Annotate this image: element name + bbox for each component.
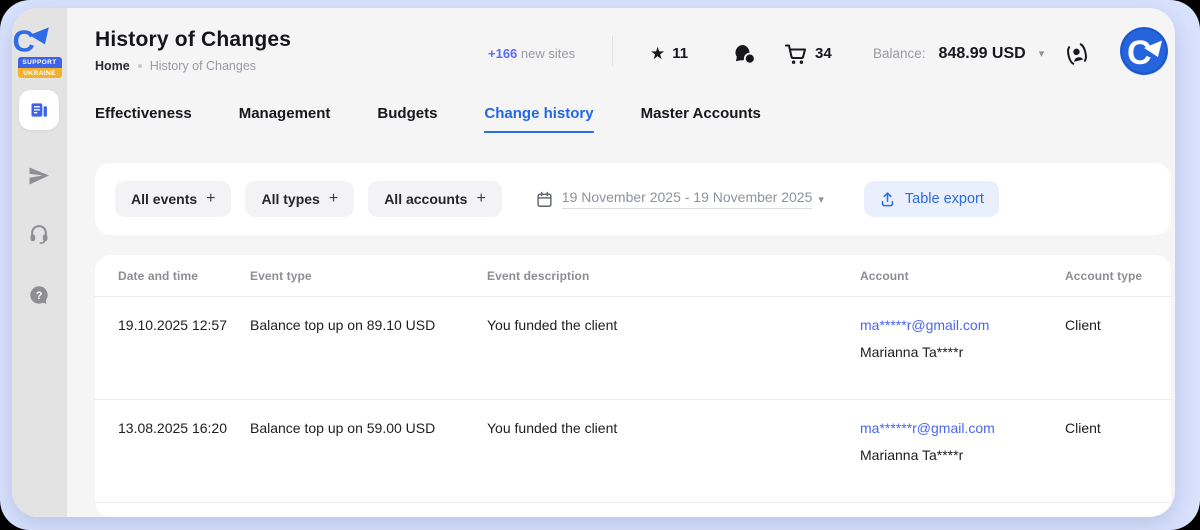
badge-ukraine-label: UKRAINE <box>18 68 62 79</box>
filter-all-accounts[interactable]: All accounts + <box>368 181 502 217</box>
new-sites-counter[interactable]: +166 new sites <box>488 14 575 93</box>
row-description: You funded the client <box>487 315 860 363</box>
account-email-link[interactable]: ma*****r@gmail.com <box>860 317 989 333</box>
column-header-account-type: Account type <box>1065 269 1151 283</box>
filter-bar: All events + All types + All accounts + <box>95 163 1171 235</box>
table-export-label: Table export <box>905 191 984 207</box>
app-window: C SUPPORT UKRAINE <box>12 8 1175 517</box>
row-date: 19.10.2025 12:57 <box>118 315 250 363</box>
sidebar-item-support[interactable] <box>19 213 59 253</box>
notifications-button[interactable] <box>1064 14 1090 93</box>
question-icon: ? <box>28 284 50 306</box>
favorites-count: 11 <box>672 45 688 62</box>
news-icon <box>29 100 49 120</box>
badge-support-label: SUPPORT <box>18 57 62 68</box>
comments-icon <box>733 42 757 66</box>
tab-change-history[interactable]: Change history <box>484 105 593 133</box>
paper-plane-icon <box>27 164 51 188</box>
chevron-down-icon: ▾ <box>818 193 824 206</box>
svg-text:?: ? <box>36 290 43 302</box>
main-content: History of Changes Home History of Chang… <box>67 8 1175 517</box>
filter-types-label: All types <box>261 191 319 207</box>
top-bar: History of Changes Home History of Chang… <box>67 8 1175 93</box>
messages-button[interactable] <box>733 14 757 93</box>
balance-dropdown[interactable]: Balance: 848.99 USD ▾ <box>873 14 1044 93</box>
table-row: 13.08.2025 16:20 Balance top up on 59.00… <box>95 399 1171 502</box>
filter-all-events[interactable]: All events + <box>115 181 231 217</box>
user-avatar[interactable]: C <box>1120 27 1168 75</box>
collaborator-logo-icon: C <box>12 22 50 56</box>
table-export-button[interactable]: Table export <box>864 181 999 217</box>
date-range-value: 19 November 2025 - 19 November 2025 <box>562 189 813 209</box>
avatar-logo-icon: C <box>1120 27 1168 75</box>
column-header-account: Account <box>860 269 1065 283</box>
plus-icon: + <box>206 190 215 208</box>
row-account: ma******r@gmail.com Marianna Ta****r <box>860 418 1065 466</box>
row-account: ma*****r@gmail.com Marianna Ta****r <box>860 315 1065 363</box>
row-account-type: Client <box>1065 418 1151 466</box>
export-icon <box>879 191 896 208</box>
page-title: History of Changes <box>95 28 291 52</box>
tab-management[interactable]: Management <box>239 105 331 133</box>
column-header-description: Event description <box>487 269 860 283</box>
headphones-icon <box>28 222 50 244</box>
balance-label: Balance: <box>873 46 926 61</box>
row-event-type: Balance top up on 59.00 USD <box>250 418 487 466</box>
table-header-row: Date and time Event type Event descripti… <box>95 255 1171 296</box>
row-description: You funded the client <box>487 418 860 466</box>
sidebar-item-news[interactable] <box>19 90 59 130</box>
plus-icon: + <box>329 190 338 208</box>
history-table: Date and time Event type Event descripti… <box>95 255 1171 517</box>
topbar-divider <box>612 36 613 66</box>
new-sites-count: +166 <box>488 46 517 61</box>
table-row: 19.10.2025 12:57 Balance top up on 89.10… <box>95 296 1171 399</box>
balance-value: 848.99 USD <box>939 45 1026 63</box>
app-logo[interactable]: C SUPPORT UKRAINE <box>12 22 67 78</box>
cart-icon <box>784 42 808 66</box>
sidebar-item-help[interactable]: ? <box>19 275 59 315</box>
tab-bar: Effectiveness Management Budgets Change … <box>95 105 761 133</box>
svg-text:C: C <box>12 23 34 56</box>
tab-budgets[interactable]: Budgets <box>377 105 437 133</box>
row-event-type: Balance top up on 89.10 USD <box>250 315 487 363</box>
calendar-icon <box>536 191 553 208</box>
filter-accounts-label: All accounts <box>384 191 467 207</box>
new-sites-label: new sites <box>521 46 575 61</box>
tab-master-accounts[interactable]: Master Accounts <box>641 105 761 133</box>
breadcrumb-separator <box>138 64 142 68</box>
svg-text:C: C <box>1127 34 1152 72</box>
support-ukraine-badge: SUPPORT UKRAINE <box>18 57 62 78</box>
breadcrumb-home-link[interactable]: Home <box>95 59 130 73</box>
date-range-picker[interactable]: 19 November 2025 - 19 November 2025 ▾ <box>536 189 824 209</box>
row-date: 13.08.2025 16:20 <box>118 418 250 466</box>
star-icon: ★ <box>650 45 665 62</box>
filter-all-types[interactable]: All types + <box>245 181 354 217</box>
account-email-link[interactable]: ma******r@gmail.com <box>860 420 995 436</box>
account-name: Marianna Ta****r <box>860 445 1047 465</box>
plus-icon: + <box>476 190 485 208</box>
sidebar-item-telegram[interactable] <box>19 156 59 196</box>
breadcrumb: Home History of Changes <box>95 59 291 73</box>
column-header-event-type: Event type <box>250 269 487 283</box>
tab-effectiveness[interactable]: Effectiveness <box>95 105 192 133</box>
sidebar: C SUPPORT UKRAINE <box>12 8 67 517</box>
favorites-counter[interactable]: ★ 11 <box>650 14 688 93</box>
filter-events-label: All events <box>131 191 197 207</box>
column-header-date: Date and time <box>118 269 250 283</box>
title-block: History of Changes Home History of Chang… <box>95 28 291 73</box>
notifications-icon <box>1061 38 1093 70</box>
cart-count: 34 <box>815 45 832 62</box>
breadcrumb-current: History of Changes <box>150 59 256 73</box>
cart-counter[interactable]: 34 <box>784 14 832 93</box>
row-account-type: Client <box>1065 315 1151 363</box>
chevron-down-icon: ▾ <box>1039 47 1045 60</box>
account-name: Marianna Ta****r <box>860 342 1047 362</box>
page-background: C SUPPORT UKRAINE <box>0 0 1200 530</box>
table-row: 24.04.2025 10:06 Access to the project C… <box>95 502 1171 517</box>
